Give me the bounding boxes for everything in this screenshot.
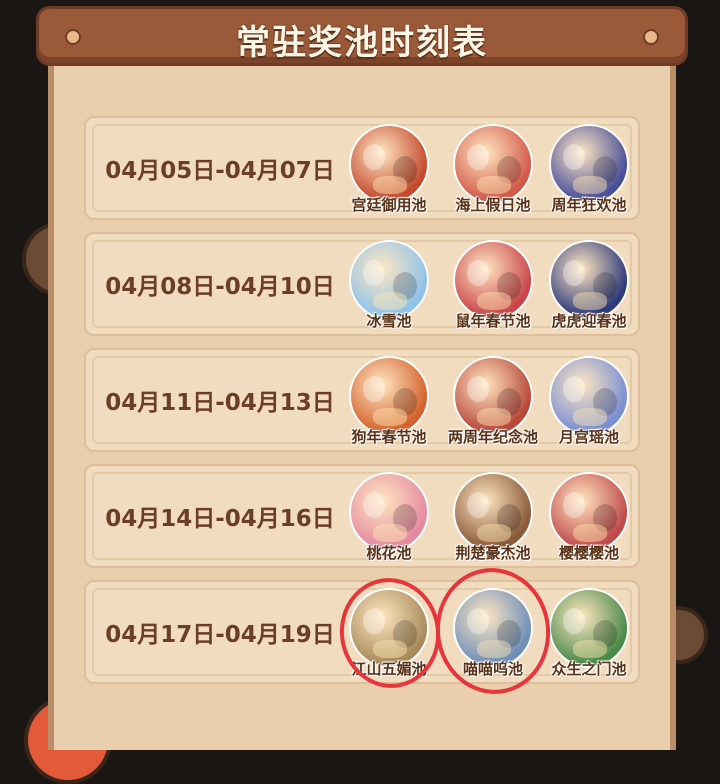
pool-item[interactable]: 虎虎迎春池: [544, 240, 634, 332]
title-banner: 常驻奖池时刻表: [36, 6, 688, 66]
pool-thumbnail[interactable]: [349, 356, 429, 436]
pool-name: 樱樱樱池: [558, 544, 619, 562]
pool-name: 鼠年春节池: [455, 312, 531, 330]
pool-item[interactable]: 众生之门池: [544, 588, 634, 680]
pool-name: 宫廷御用池: [351, 196, 427, 214]
pool-name: 两周年纪念池: [447, 428, 538, 446]
pool-item[interactable]: 狗年春节池: [344, 356, 434, 448]
pool-thumbnail[interactable]: [549, 124, 629, 204]
pool-item[interactable]: 周年狂欢池: [544, 124, 634, 216]
pool-name: 桃花池: [366, 544, 412, 562]
pool-item[interactable]: 冰雪池: [344, 240, 434, 332]
pool-name: 狗年春节池: [351, 428, 427, 446]
pool-item[interactable]: 海上假日池: [448, 124, 538, 216]
date-range: 04月14日-04月16日: [105, 506, 335, 532]
pool-thumbnail[interactable]: [349, 124, 429, 204]
pool-thumbnail[interactable]: [549, 472, 629, 552]
pool-thumbnail[interactable]: [349, 240, 429, 320]
schedule-row: 04月08日-04月10日冰雪池 鼠年春节池 虎虎迎春池: [84, 232, 640, 336]
pool-thumbnail[interactable]: [453, 472, 533, 552]
pool-thumbnail[interactable]: [549, 588, 629, 668]
pool-item[interactable]: 荆楚豪杰池: [448, 472, 538, 564]
pool-name: 月宫瑶池: [558, 428, 619, 446]
pool-name: 荆楚豪杰池: [455, 544, 531, 562]
pool-thumbnail[interactable]: [453, 240, 533, 320]
pool-name: 海上假日池: [455, 196, 531, 214]
pool-name: 周年狂欢池: [551, 196, 627, 214]
schedule-row: 04月14日-04月16日桃花池 荆楚豪杰池 樱樱樱池: [84, 464, 640, 568]
pool-item[interactable]: 月宫瑶池: [544, 356, 634, 448]
pool-name: 虎虎迎春池: [551, 312, 627, 330]
date-range: 04月05日-04月07日: [105, 158, 335, 184]
date-range: 04月17日-04月19日: [105, 622, 335, 648]
page-title: 常驻奖池时刻表: [236, 23, 488, 63]
date-range: 04月11日-04月13日: [105, 390, 335, 416]
pool-thumbnail[interactable]: [549, 240, 629, 320]
pool-thumbnail[interactable]: [349, 472, 429, 552]
pool-item[interactable]: 两周年纪念池: [448, 356, 538, 448]
pool-thumbnail[interactable]: [549, 356, 629, 436]
pool-thumbnail[interactable]: [453, 124, 533, 204]
pool-item[interactable]: 樱樱樱池: [544, 472, 634, 564]
pool-item[interactable]: 鼠年春节池: [448, 240, 538, 332]
schedule-row: 04月11日-04月13日 狗年春节池 两周年纪念池 月宫瑶池: [84, 348, 640, 452]
schedule-row: 04月05日-04月07日 宫廷御用池 海上假日池 周年狂欢池: [84, 116, 640, 220]
pool-thumbnail[interactable]: [453, 356, 533, 436]
date-range: 04月08日-04月10日: [105, 274, 335, 300]
pool-item[interactable]: 桃花池: [344, 472, 434, 564]
pool-item[interactable]: 宫廷御用池: [344, 124, 434, 216]
pool-name: 冰雪池: [366, 312, 412, 330]
pool-name: 众生之门池: [551, 660, 627, 678]
